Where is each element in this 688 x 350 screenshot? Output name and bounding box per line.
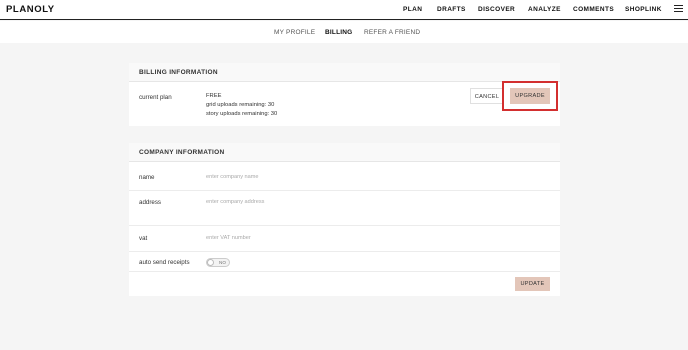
tab-refer-a-friend[interactable]: REFER A FRIEND — [364, 29, 420, 36]
name-label: name — [139, 174, 155, 181]
nav-analyze[interactable]: ANALYZE — [528, 6, 561, 13]
menu-icon[interactable] — [674, 5, 683, 13]
planoly-logo[interactable]: PLANOLY — [6, 4, 55, 15]
auto-send-receipts-label: auto send receipts — [139, 259, 190, 266]
upgrade-highlight-box — [502, 81, 558, 111]
billing-information-card: BILLING INFORMATION current plan FREE gr… — [129, 63, 560, 126]
address-label: address — [139, 199, 162, 206]
plan-name: FREE — [206, 93, 222, 99]
current-plan-label: current plan — [139, 94, 172, 101]
company-card-title: COMPANY INFORMATION — [129, 143, 560, 162]
row-divider — [129, 271, 560, 272]
tab-my-profile[interactable]: MY PROFILE — [274, 29, 315, 36]
company-information-card: COMPANY INFORMATION name enter company n… — [129, 143, 560, 296]
update-button[interactable]: UPDATE — [515, 277, 550, 291]
row-divider — [129, 225, 560, 226]
company-name-input[interactable]: enter company name — [206, 174, 259, 180]
nav-comments[interactable]: COMMENTS — [573, 6, 614, 13]
nav-plan[interactable]: PLAN — [403, 6, 422, 13]
auto-send-receipts-toggle[interactable]: NO — [206, 258, 230, 267]
vat-label: vat — [139, 235, 148, 242]
nav-discover[interactable]: DISCOVER — [478, 6, 515, 13]
top-navbar: PLANOLY PLAN DRAFTS DISCOVER ANALYZE COM… — [0, 0, 688, 20]
tab-billing[interactable]: BILLING — [325, 29, 352, 36]
nav-drafts[interactable]: DRAFTS — [437, 6, 466, 13]
cancel-button[interactable]: CANCEL — [470, 88, 504, 104]
toggle-state-text: NO — [219, 260, 226, 265]
row-divider — [129, 251, 560, 252]
vat-number-input[interactable]: enter VAT number — [206, 235, 251, 241]
nav-shoplink[interactable]: SHOPLINK — [625, 6, 662, 13]
row-divider — [129, 190, 560, 191]
grid-uploads-remaining: grid uploads remaining: 30 — [206, 102, 275, 108]
account-subnav: MY PROFILE BILLING REFER A FRIEND — [0, 21, 688, 43]
toggle-knob — [207, 259, 214, 266]
billing-card-title: BILLING INFORMATION — [129, 63, 560, 82]
story-uploads-remaining: story uploads remaining: 30 — [206, 111, 278, 117]
company-address-input[interactable]: enter company address — [206, 199, 264, 205]
